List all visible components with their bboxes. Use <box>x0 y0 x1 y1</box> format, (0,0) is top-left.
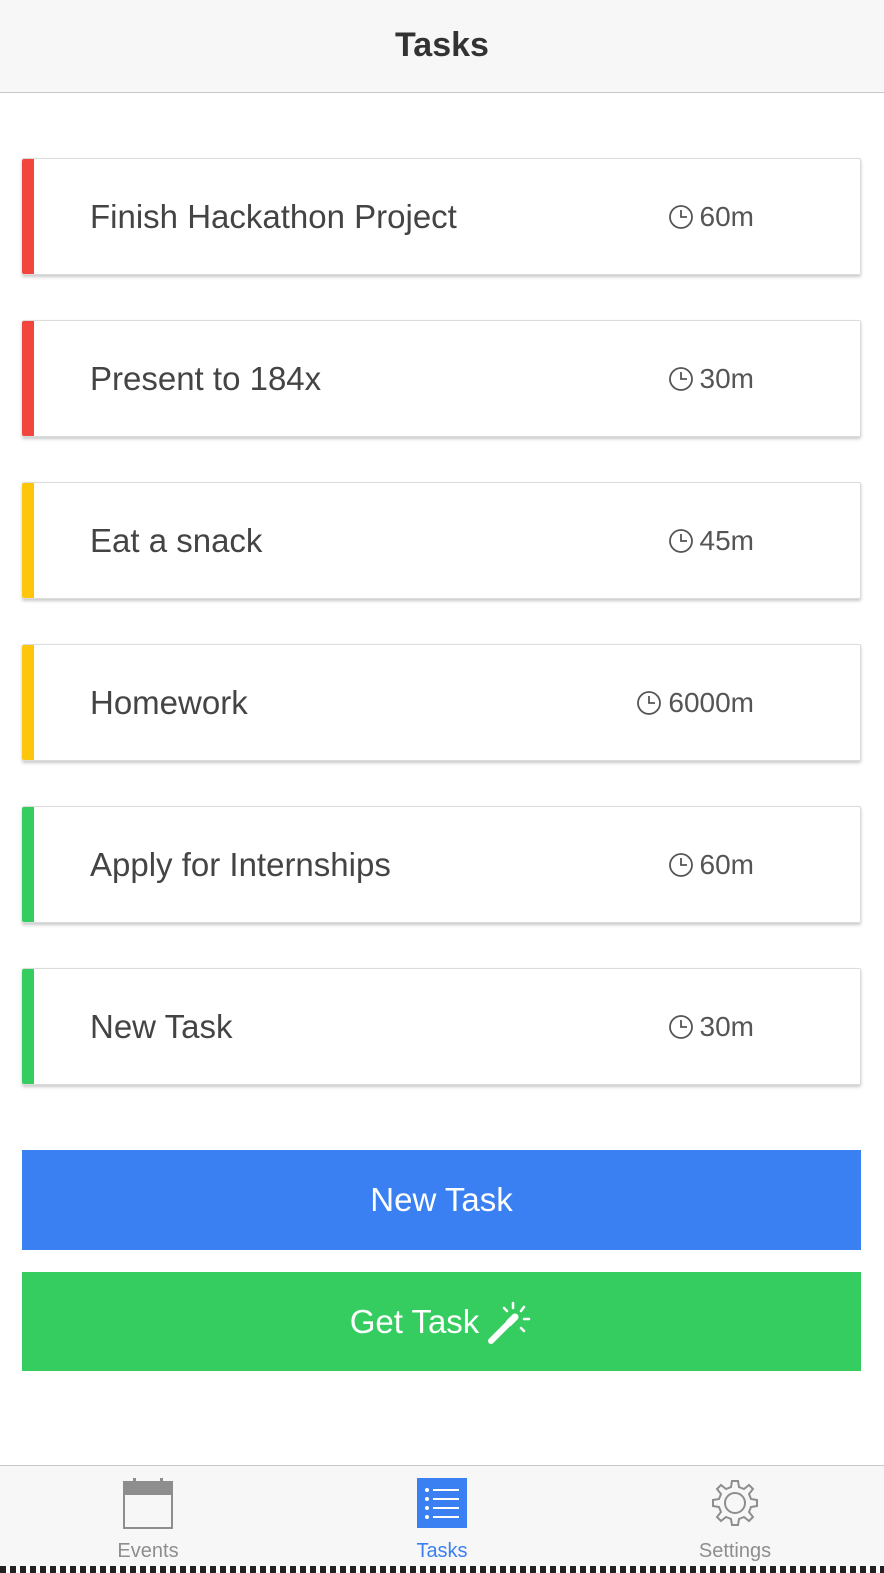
gear-icon <box>712 1480 758 1526</box>
task-name: New Task <box>90 1007 233 1045</box>
task-duration: 30m <box>668 1011 754 1043</box>
task-card[interactable]: Eat a snack 45m <box>22 482 861 599</box>
page-title: Tasks <box>395 25 489 64</box>
task-card[interactable]: Finish Hackathon Project 60m <box>22 158 861 275</box>
tasks-screen: Tasks Finish Hackathon Project 60m Prese… <box>0 0 884 1573</box>
task-duration: 45m <box>668 525 754 557</box>
clock-icon <box>668 1014 693 1039</box>
task-card[interactable]: Apply for Internships 60m <box>22 806 861 923</box>
tab-settings-label: Settings <box>698 1540 772 1562</box>
clock-icon <box>668 528 693 553</box>
clock-icon <box>668 204 693 229</box>
task-card[interactable]: Present to 184x 30m <box>22 320 861 437</box>
task-name: Eat a snack <box>90 521 263 559</box>
calendar-icon <box>123 1478 173 1529</box>
navigation-header: Tasks <box>0 0 884 93</box>
screen-edge <box>0 1566 884 1573</box>
task-duration: 60m <box>668 201 754 233</box>
new-task-button-label: New Task <box>370 1181 513 1218</box>
task-list: Finish Hackathon Project 60m Present to … <box>22 158 861 1130</box>
tab-settings[interactable]: Settings <box>655 1466 815 1566</box>
tab-events[interactable]: Events <box>68 1466 228 1566</box>
tab-events-label: Events <box>117 1540 179 1562</box>
get-task-button[interactable]: Get Task <box>22 1272 861 1371</box>
task-name: Present to 184x <box>90 359 322 397</box>
task-card[interactable]: New Task 30m <box>22 968 861 1085</box>
priority-stripe <box>22 969 34 1084</box>
task-duration-value: 60m <box>699 200 754 232</box>
priority-stripe <box>22 159 34 274</box>
task-duration-value: 30m <box>699 1010 754 1042</box>
clock-icon <box>637 690 662 715</box>
task-name: Finish Hackathon Project <box>90 197 457 235</box>
tab-tasks-label: Tasks <box>416 1540 468 1562</box>
priority-stripe <box>22 645 34 760</box>
tab-bar: Events Tasks Settings <box>0 1465 884 1573</box>
task-duration-value: 45m <box>699 524 754 556</box>
new-task-button[interactable]: New Task <box>22 1150 861 1250</box>
get-task-button-label: Get Task <box>349 1302 480 1340</box>
priority-stripe <box>22 321 34 436</box>
task-name: Apply for Internships <box>90 845 391 883</box>
task-duration: 6000m <box>636 687 754 719</box>
task-duration-value: 30m <box>699 362 754 394</box>
priority-stripe <box>22 483 34 598</box>
task-name: Homework <box>90 683 248 721</box>
task-duration: 60m <box>668 849 754 881</box>
task-duration-value: 6000m <box>668 686 754 718</box>
list-icon <box>417 1478 467 1528</box>
clock-icon <box>668 366 693 391</box>
priority-stripe <box>22 807 34 922</box>
task-duration: 30m <box>668 363 754 395</box>
task-duration-value: 60m <box>699 848 754 880</box>
task-card[interactable]: Homework 6000m <box>22 644 861 761</box>
tab-tasks[interactable]: Tasks <box>362 1466 522 1566</box>
magic-wand-icon <box>488 1301 531 1344</box>
clock-icon <box>668 852 693 877</box>
